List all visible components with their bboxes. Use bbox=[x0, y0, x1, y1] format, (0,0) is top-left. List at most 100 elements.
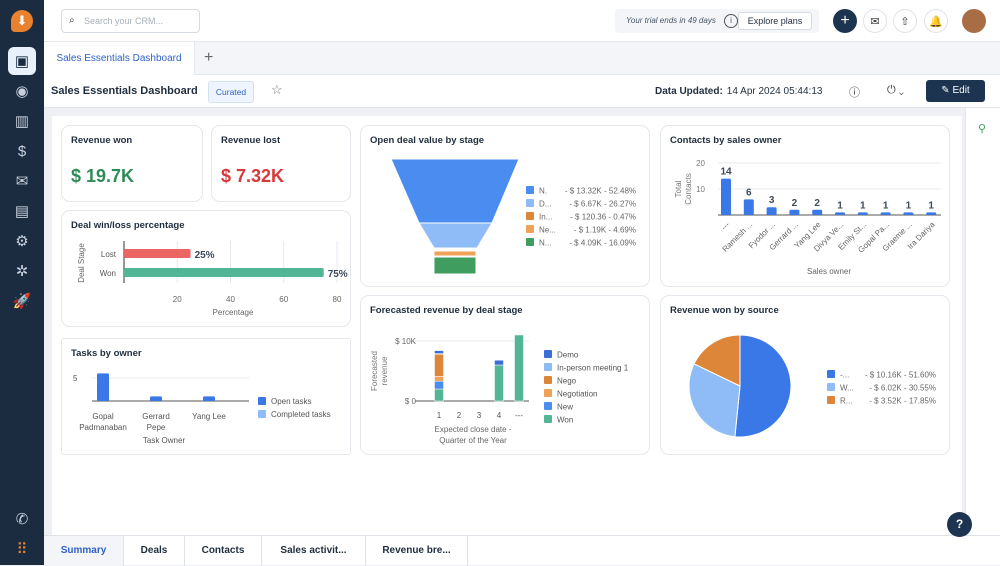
edit-button[interactable]: ✎ Edit bbox=[926, 80, 985, 102]
winloss-card[interactable]: Deal win/loss percentage 20 40 60 80 Lost 25%… bbox=[61, 210, 351, 327]
legend-swatch bbox=[827, 383, 835, 391]
dashboard-icon[interactable]: ▣ bbox=[8, 47, 36, 75]
contacts-card[interactable]: Contacts by sales owner 10 20 14 --- 6 Ramesh… bbox=[660, 125, 950, 287]
legend-label: Won bbox=[557, 416, 573, 425]
page-title: Sales Essentials Dashboard bbox=[51, 85, 198, 97]
winloss-chart: 20 40 60 80 Lost 25% Won 75% Percentage Deal Stag… bbox=[77, 241, 348, 317]
explore-plans-button[interactable]: Explore plans bbox=[738, 12, 812, 30]
app-logo[interactable]: ⬇ bbox=[11, 10, 33, 32]
y-tick-label: 5 bbox=[73, 374, 78, 383]
legend-swatch bbox=[258, 410, 266, 418]
legend-label: N... bbox=[539, 239, 551, 248]
search-input[interactable]: ⌕ Search your CRM... bbox=[61, 9, 200, 33]
bar bbox=[857, 212, 868, 215]
bar-segment bbox=[434, 350, 444, 354]
legend-value: - $ 120.36 - 0.47% bbox=[570, 213, 636, 222]
tab-deals[interactable]: Deals bbox=[124, 536, 185, 566]
legend-swatch bbox=[526, 212, 534, 220]
data-label: 75% bbox=[328, 269, 348, 280]
bar bbox=[150, 396, 162, 401]
legend-label: Demo bbox=[557, 351, 579, 360]
legend-label: Nego bbox=[557, 377, 577, 386]
filter-icon[interactable]: ⚲ bbox=[978, 122, 986, 135]
bar bbox=[743, 199, 754, 215]
x-tick-label: 4 bbox=[497, 411, 502, 420]
legend-swatch bbox=[827, 370, 835, 378]
legend-label: -... bbox=[840, 371, 849, 380]
bar-segment bbox=[434, 376, 444, 382]
avatar[interactable] bbox=[962, 9, 986, 33]
tasks-card[interactable]: Tasks by owner 5 Gopal Padmanaban Gerrard Pe… bbox=[61, 338, 351, 455]
bell-icon[interactable]: 🔔 bbox=[924, 9, 948, 33]
dashboard-header: Sales Essentials Dashboard Curated ☆ Dat… bbox=[44, 75, 1000, 108]
y-tick-label: Lost bbox=[101, 250, 117, 259]
add-icon[interactable]: + bbox=[833, 9, 857, 33]
x-tick-label: 40 bbox=[226, 295, 235, 304]
funnel-segment bbox=[418, 222, 493, 249]
legend-swatch bbox=[526, 199, 534, 207]
bar-segment bbox=[434, 353, 444, 377]
data-label: 1 bbox=[860, 200, 866, 211]
accounts-icon[interactable]: ▥ bbox=[8, 107, 36, 135]
data-label: 1 bbox=[906, 200, 912, 211]
mail-icon[interactable]: ✉ bbox=[863, 9, 887, 33]
add-tab-icon[interactable]: + bbox=[204, 49, 213, 67]
legend-value: - $ 10.16K - 51.60% bbox=[865, 371, 936, 380]
help-button[interactable]: ? bbox=[947, 512, 972, 537]
mail-icon[interactable]: ✉ bbox=[8, 167, 36, 195]
tab-contacts[interactable]: Contacts bbox=[185, 536, 262, 566]
bar bbox=[203, 396, 215, 401]
x-axis-label: Sales owner bbox=[807, 267, 851, 276]
legend-value: - $ 13.32K - 52.48% bbox=[565, 187, 636, 196]
info-icon[interactable]: i bbox=[724, 14, 738, 28]
legend-swatch bbox=[544, 363, 552, 371]
pie-card[interactable]: Revenue won by source -... - $ 10.16K - 5… bbox=[660, 295, 950, 455]
legend-swatch bbox=[526, 186, 534, 194]
funnel-chart: N. - $ 13.32K - 52.48% D... - $ 6.67K - 26.… bbox=[390, 158, 636, 275]
revenue-lost-card[interactable]: Revenue lost $ 7.32K bbox=[211, 125, 351, 202]
rocket-icon[interactable]: ⇧ bbox=[893, 9, 917, 33]
revenue-won-card[interactable]: Revenue won $ 19.7K bbox=[61, 125, 203, 202]
data-label: 25% bbox=[195, 250, 215, 261]
phone-icon[interactable]: ✆ bbox=[8, 505, 36, 533]
tab-sales-activities[interactable]: Sales activit... bbox=[262, 536, 366, 566]
rocket-icon[interactable]: 🚀 bbox=[8, 287, 36, 315]
tab-sales-essentials[interactable]: Sales Essentials Dashboard bbox=[44, 42, 195, 75]
export-icon[interactable]: ⏻ ⌄ bbox=[887, 84, 904, 97]
x-axis-label: Percentage bbox=[213, 308, 254, 317]
right-panel: ⚲ bbox=[965, 108, 1000, 535]
y-tick-label: $ 0 bbox=[405, 397, 417, 406]
legend-label: Open tasks bbox=[271, 397, 311, 406]
legend-label: Completed tasks bbox=[271, 410, 331, 419]
bar bbox=[835, 212, 845, 215]
legend-value: - $ 3.52K - 17.85% bbox=[869, 397, 936, 406]
legend-value: - $ 4.09K - 16.09% bbox=[569, 239, 636, 248]
y-axis-label: Deal Stage bbox=[77, 243, 86, 283]
funnel-segment bbox=[433, 250, 477, 257]
settings-icon[interactable]: ⚙ bbox=[8, 227, 36, 255]
data-label: 1 bbox=[883, 200, 889, 211]
integrations-icon[interactable]: ✲ bbox=[8, 257, 36, 285]
x-tick-label: 2 bbox=[457, 411, 462, 420]
forecast-card[interactable]: Forecasted revenue by deal stage $ 10K $ … bbox=[360, 295, 650, 455]
contacts-chart: 102014---6Ramesh ...3Fyodor ...2Gerrard … bbox=[674, 159, 941, 276]
legend-label: D... bbox=[539, 200, 551, 209]
legend-label: In... bbox=[539, 213, 552, 222]
tab-summary[interactable]: Summary bbox=[44, 536, 124, 566]
legend-label: N. bbox=[539, 187, 547, 196]
x-tick-label: --- bbox=[515, 411, 523, 420]
tab-revenue-breakdown[interactable]: Revenue bre... bbox=[366, 536, 468, 566]
apps-grid-icon[interactable]: ⠿ bbox=[8, 535, 36, 563]
x-tick-label: Gerrard bbox=[142, 412, 170, 421]
help-icon[interactable]: ⓘ bbox=[849, 84, 860, 100]
funnel-card[interactable]: Open deal value by stage N. - $ 13.32K - … bbox=[360, 125, 650, 287]
contacts-icon[interactable]: ◉ bbox=[8, 77, 36, 105]
star-icon[interactable]: ☆ bbox=[271, 82, 283, 98]
data-label: 1 bbox=[928, 200, 934, 211]
funnel-segment bbox=[390, 158, 520, 224]
x-tick-label: Gopal bbox=[92, 412, 114, 421]
x-tick-label: 20 bbox=[173, 295, 182, 304]
deals-icon[interactable]: $ bbox=[8, 137, 36, 165]
reports-icon[interactable]: ▤ bbox=[8, 197, 36, 225]
bar-segment bbox=[494, 359, 504, 366]
